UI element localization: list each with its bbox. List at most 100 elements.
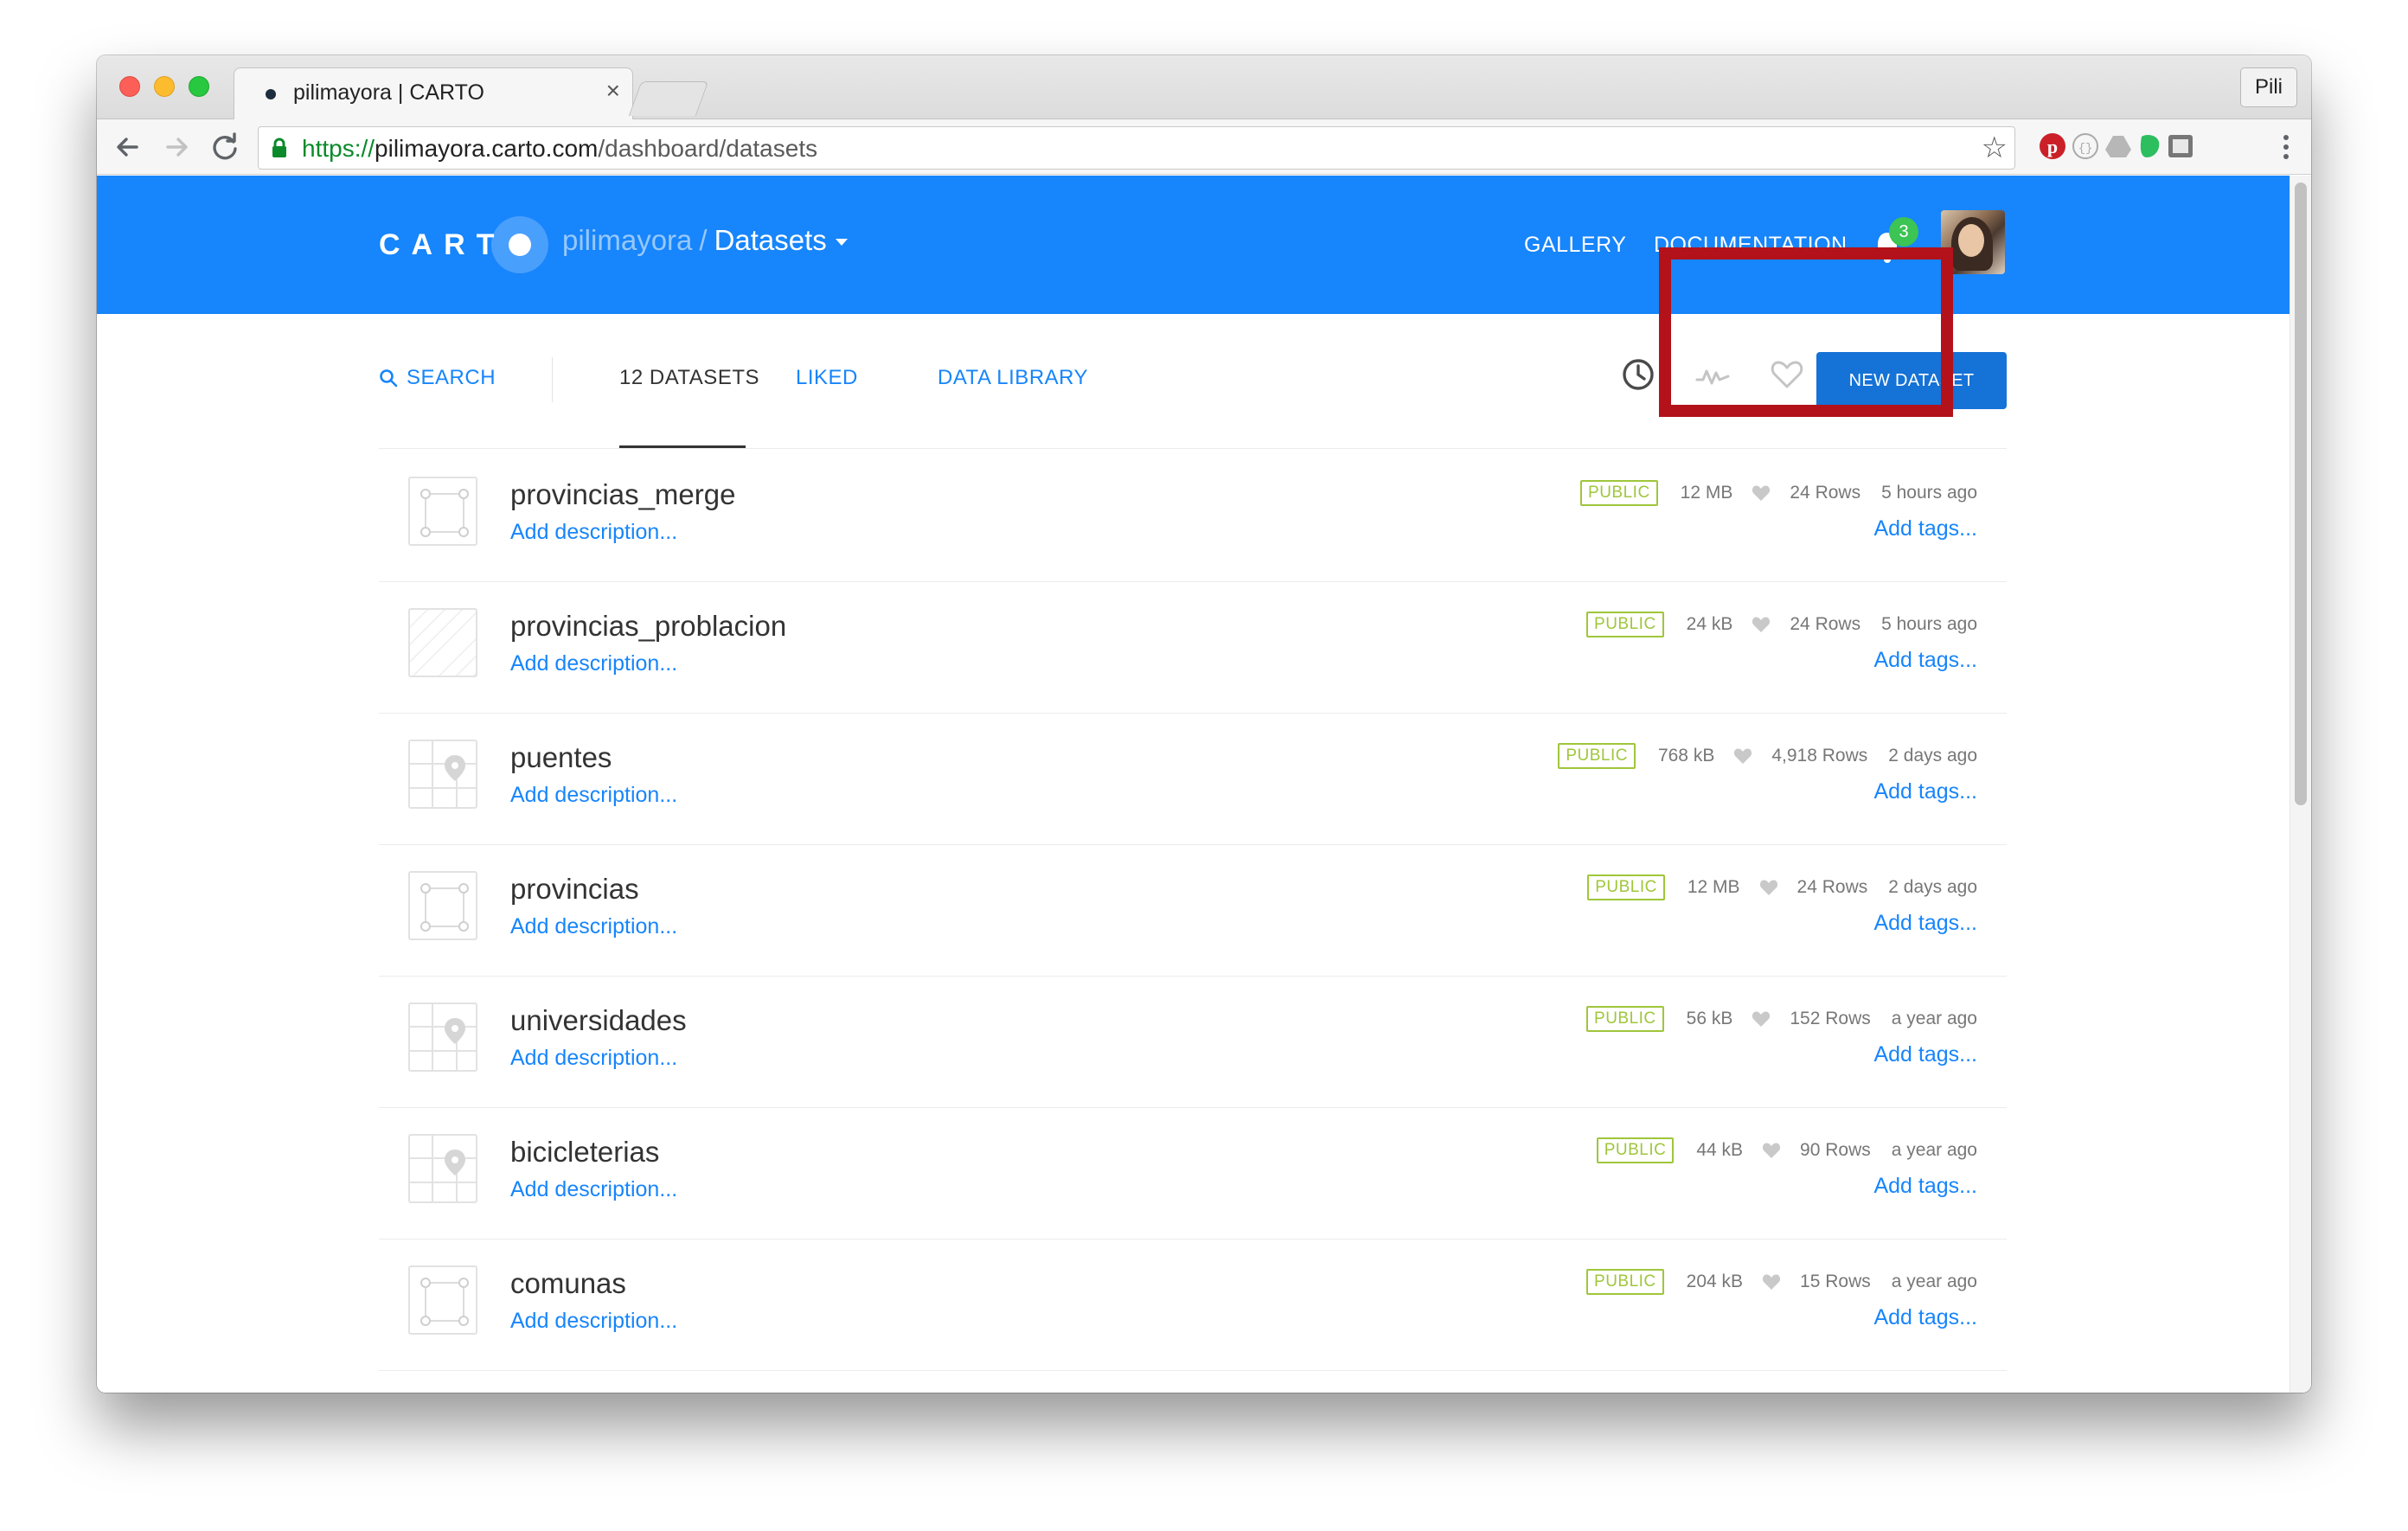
dataset-size: 204 kB <box>1686 1272 1744 1291</box>
privacy-badge[interactable]: PUBLIC <box>1586 1006 1664 1032</box>
dataset-row[interactable]: provincias Add description... PUBLIC 12 MB 2… <box>379 845 2007 977</box>
dataset-empty-thumbnail-icon[interactable] <box>408 608 477 677</box>
add-description-link[interactable]: Add description... <box>510 1177 677 1202</box>
dataset-row[interactable]: comunas Add description... PUBLIC 204 kB 15 … <box>379 1240 2007 1371</box>
privacy-badge[interactable]: PUBLIC <box>1558 743 1636 769</box>
dataset-updated: a year ago <box>1891 1009 1977 1028</box>
add-tags-link[interactable]: Add tags... <box>1873 516 1977 541</box>
dataset-row[interactable]: provincias_problacion Add description... P… <box>379 582 2007 714</box>
close-window-button[interactable] <box>119 76 140 97</box>
forward-button[interactable] <box>157 128 195 166</box>
dataset-polygon-thumbnail-icon[interactable] <box>408 871 477 940</box>
dataset-updated: 2 days ago <box>1888 746 1977 766</box>
tab-datasets[interactable]: 12 DATASETS <box>619 366 759 390</box>
dataset-name[interactable]: provincias_merge <box>510 478 735 511</box>
dataset-point-thumbnail-icon[interactable] <box>408 1003 477 1072</box>
dataset-point-thumbnail-icon[interactable] <box>408 740 477 809</box>
dataset-row[interactable]: bicicleterias Add description... PUBLIC 44 … <box>379 1108 2007 1240</box>
tab-liked[interactable]: LIKED <box>796 366 858 390</box>
dataset-name[interactable]: provincias_problacion <box>510 610 786 643</box>
tab-close-icon[interactable]: × <box>606 77 620 105</box>
add-description-link[interactable]: Add description... <box>510 1309 677 1334</box>
kebab-menu-icon[interactable] <box>2273 128 2299 166</box>
dataset-name[interactable]: comunas <box>510 1267 626 1300</box>
dataset-rows: 24 Rows <box>1790 614 1861 634</box>
reload-icon <box>213 132 237 160</box>
address-bar[interactable]: https://pilimayora.carto.com/dashboard/d… <box>258 126 2015 170</box>
back-button[interactable] <box>109 128 147 166</box>
add-tags-link[interactable]: Add tags... <box>1873 1042 1977 1067</box>
add-tags-link[interactable]: Add tags... <box>1873 1174 1977 1199</box>
active-tab-underline <box>619 445 746 448</box>
browser-tab[interactable]: pilimayora | CARTO × <box>234 67 633 120</box>
window-extension-icon[interactable] <box>2166 131 2195 161</box>
tab-data-library[interactable]: DATA LIBRARY <box>938 366 1088 390</box>
like-heart-icon[interactable] <box>1762 1142 1781 1159</box>
carto-logo-o-icon <box>491 216 549 273</box>
privacy-badge[interactable]: PUBLIC <box>1586 612 1664 637</box>
dataset-polygon-thumbnail-icon[interactable] <box>408 1265 477 1335</box>
scrollbar-thumb[interactable] <box>2295 183 2307 805</box>
minimize-window-button[interactable] <box>154 76 175 97</box>
reload-button[interactable] <box>206 128 244 166</box>
add-tags-link[interactable]: Add tags... <box>1873 648 1977 673</box>
privacy-badge[interactable]: PUBLIC <box>1586 1269 1664 1295</box>
dataset-rows: 90 Rows <box>1800 1140 1871 1160</box>
privacy-badge[interactable]: PUBLIC <box>1587 874 1665 900</box>
caret-down-icon[interactable] <box>835 239 848 247</box>
dataset-row[interactable]: universidades Add description... PUBLIC 56 … <box>379 977 2007 1108</box>
like-heart-icon[interactable] <box>1733 747 1752 765</box>
clock-icon[interactable] <box>1619 356 1657 394</box>
breadcrumb-section-dropdown[interactable]: Datasets <box>714 224 827 256</box>
dataset-name[interactable]: universidades <box>510 1004 687 1037</box>
page-scrollbar[interactable] <box>2290 176 2311 1393</box>
breadcrumb-separator: / <box>699 224 708 256</box>
code-extension-icon[interactable]: {} <box>2071 131 2100 161</box>
add-tags-link[interactable]: Add tags... <box>1873 1305 1977 1330</box>
dataset-row[interactable]: provincias_merge Add description... PUBLIC… <box>379 451 2007 582</box>
pinterest-extension-icon[interactable]: p <box>2038 131 2067 161</box>
add-tags-link[interactable]: Add tags... <box>1873 779 1977 804</box>
highlight-annotation-box <box>1659 247 1953 417</box>
add-description-link[interactable]: Add description... <box>510 914 677 939</box>
dataset-updated: a year ago <box>1891 1140 1977 1160</box>
dataset-row[interactable]: puentes Add description... PUBLIC 768 kB 4,9… <box>379 714 2007 845</box>
url-text: https://pilimayora.carto.com/dashboard/d… <box>302 135 817 163</box>
carto-logo[interactable]: CART <box>379 216 549 273</box>
dataset-name[interactable]: puentes <box>510 741 612 774</box>
add-description-link[interactable]: Add description... <box>510 1046 677 1071</box>
dataset-point-thumbnail-icon[interactable] <box>408 1134 477 1203</box>
add-description-link[interactable]: Add description... <box>510 651 677 676</box>
gallery-link[interactable]: GALLERY <box>1524 233 1626 258</box>
zoom-window-button[interactable] <box>189 76 209 97</box>
carto-favicon-icon <box>266 89 276 99</box>
like-heart-icon[interactable] <box>1752 616 1771 633</box>
carto-header: CART pilimayora / Datasets GALLERY DOCUMEN… <box>97 176 2290 314</box>
privacy-badge[interactable]: PUBLIC <box>1596 1137 1675 1163</box>
add-description-link[interactable]: Add description... <box>510 783 677 808</box>
like-heart-icon[interactable] <box>1752 484 1771 502</box>
dataset-rows: 4,918 Rows <box>1771 746 1868 766</box>
dataset-meta: PUBLIC 24 kB 24 Rows 5 hours ago <box>1586 612 1977 637</box>
dataset-name[interactable]: provincias <box>510 873 639 906</box>
dataset-name[interactable]: bicicleterias <box>510 1136 659 1169</box>
page-content: CART pilimayora / Datasets GALLERY DOCUMEN… <box>97 176 2290 1393</box>
dataset-size: 12 MB <box>1687 877 1740 897</box>
add-description-link[interactable]: Add description... <box>510 520 677 545</box>
privacy-badge[interactable]: PUBLIC <box>1580 480 1658 506</box>
google-drive-extension-icon[interactable] <box>2104 131 2133 161</box>
profile-button[interactable]: Pili <box>2240 67 2297 107</box>
search-link[interactable]: SEARCH <box>379 366 496 390</box>
like-heart-icon[interactable] <box>1762 1273 1781 1291</box>
lock-icon <box>272 138 286 157</box>
new-tab-button[interactable] <box>628 81 709 116</box>
dataset-polygon-thumbnail-icon[interactable] <box>408 477 477 546</box>
like-heart-icon[interactable] <box>1759 879 1778 896</box>
add-tags-link[interactable]: Add tags... <box>1873 911 1977 936</box>
breadcrumb-user[interactable]: pilimayora <box>562 224 692 256</box>
dataset-meta: PUBLIC 44 kB 90 Rows a year ago <box>1596 1137 1977 1163</box>
like-heart-icon[interactable] <box>1752 1010 1771 1028</box>
browser-window: pilimayora | CARTO × Pili https://pilima… <box>97 55 2311 1393</box>
evernote-extension-icon[interactable] <box>2135 131 2164 161</box>
bookmark-star-icon[interactable]: ☆ <box>1982 131 2008 165</box>
